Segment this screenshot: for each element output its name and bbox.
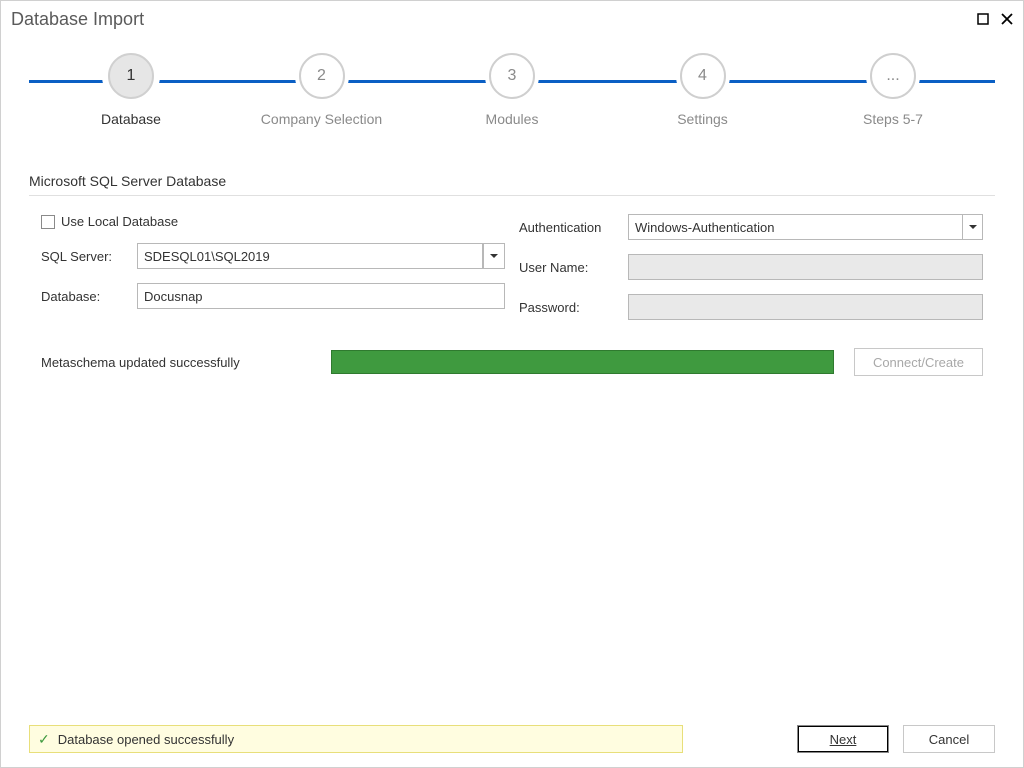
authentication-label: Authentication	[519, 220, 622, 235]
next-button[interactable]: Next	[797, 725, 889, 753]
step-label: Modules	[486, 111, 539, 127]
authentication-select[interactable]: Windows-Authentication	[628, 214, 983, 240]
chevron-down-icon[interactable]	[962, 215, 982, 239]
form-area: Use Local Database SQL Server: Database:…	[1, 214, 1023, 376]
username-input	[628, 254, 983, 280]
metaschema-status-text: Metaschema updated successfully	[41, 355, 311, 370]
step-number: 2	[299, 53, 345, 99]
wizard-step-row: 1 Database 2 Company Selection 3 Modules…	[1, 53, 1023, 127]
step-number: 3	[489, 53, 535, 99]
status-notice-text: Database opened successfully	[58, 732, 234, 747]
password-row: Password:	[519, 294, 983, 320]
authentication-value: Windows-Authentication	[635, 220, 774, 235]
step-label: Database	[101, 111, 161, 127]
sql-server-combo[interactable]	[137, 243, 505, 269]
chevron-down-icon[interactable]	[483, 243, 505, 269]
database-input[interactable]	[137, 283, 505, 309]
use-local-checkbox[interactable]	[41, 215, 55, 229]
step-label: Steps 5-7	[863, 111, 923, 127]
sql-server-input[interactable]	[137, 243, 483, 269]
wizard-step-modules[interactable]: 3 Modules	[472, 53, 552, 127]
titlebar: Database Import	[1, 1, 1023, 37]
connect-create-button: Connect/Create	[854, 348, 983, 376]
wizard-step-database[interactable]: 1 Database	[91, 53, 171, 127]
status-notice: ✓ Database opened successfully	[29, 725, 683, 753]
wizard-step-company-selection[interactable]: 2 Company Selection	[282, 53, 362, 127]
username-row: User Name:	[519, 254, 983, 280]
use-local-row: Use Local Database	[41, 214, 505, 229]
footer: ✓ Database opened successfully Next Canc…	[29, 725, 995, 753]
cancel-button[interactable]: Cancel	[903, 725, 995, 753]
password-input	[628, 294, 983, 320]
step-label: Company Selection	[261, 111, 382, 127]
sql-server-row: SQL Server:	[41, 243, 505, 269]
check-icon: ✓	[38, 732, 50, 746]
wizard-steps: 1 Database 2 Company Selection 3 Modules…	[1, 53, 1023, 143]
wizard-step-more[interactable]: ... Steps 5-7	[853, 53, 933, 127]
window-title: Database Import	[11, 9, 144, 30]
database-row: Database:	[41, 283, 505, 309]
metaschema-status-row: Metaschema updated successfully Connect/…	[41, 348, 983, 376]
wizard-step-settings[interactable]: 4 Settings	[663, 53, 743, 127]
section-title: Microsoft SQL Server Database	[29, 173, 995, 189]
maximize-icon[interactable]	[973, 9, 993, 29]
username-label: User Name:	[519, 260, 622, 275]
password-label: Password:	[519, 300, 622, 315]
sql-server-label: SQL Server:	[41, 249, 131, 264]
window-controls	[973, 9, 1017, 29]
step-number: 4	[680, 53, 726, 99]
section-divider	[29, 195, 995, 196]
step-number: 1	[108, 53, 154, 99]
database-label: Database:	[41, 289, 131, 304]
step-number: ...	[870, 53, 916, 99]
close-icon[interactable]	[997, 9, 1017, 29]
use-local-label: Use Local Database	[61, 214, 178, 229]
authentication-row: Authentication Windows-Authentication	[519, 214, 983, 240]
step-label: Settings	[677, 111, 728, 127]
metaschema-progress-bar	[331, 350, 834, 374]
